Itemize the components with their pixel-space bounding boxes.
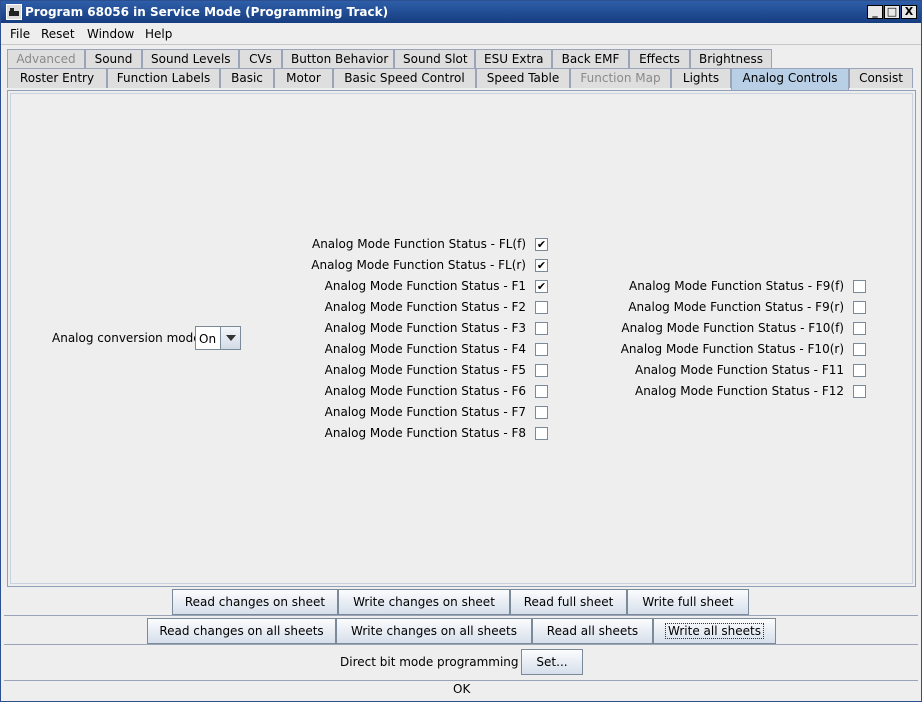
tab-button-behavior[interactable]: Button Behavior xyxy=(282,49,394,69)
write-full-sheet-button[interactable]: Write full sheet xyxy=(627,589,749,615)
analog-conversion-mode-value: On xyxy=(199,332,217,346)
function-status-f6-label: Analog Mode Function Status - F6 xyxy=(324,384,526,398)
minimize-button[interactable]: _ xyxy=(867,5,883,19)
set-button[interactable]: Set... xyxy=(521,649,583,675)
function-status-f2-label: Analog Mode Function Status - F2 xyxy=(324,300,526,314)
function-status-f4-checkbox[interactable] xyxy=(535,343,548,356)
divider xyxy=(4,644,918,645)
function-status-f10-r-checkbox[interactable] xyxy=(853,343,866,356)
tab-roster-entry[interactable]: Roster Entry xyxy=(7,68,107,88)
write-all-sheets-label: Write all sheets xyxy=(665,623,764,639)
function-status-f11-checkbox[interactable] xyxy=(853,364,866,377)
function-status-f9-f-label: Analog Mode Function Status - F9(f) xyxy=(629,279,844,293)
tab-sound[interactable]: Sound xyxy=(85,49,142,69)
programmer-window: Program 68056 in Service Mode (Programmi… xyxy=(0,0,922,702)
function-status-f9-f-checkbox[interactable] xyxy=(853,280,866,293)
tab-esu-extra[interactable]: ESU Extra xyxy=(475,49,552,69)
write-all-sheets-button[interactable]: Write all sheets xyxy=(653,618,776,644)
menu-file[interactable]: File xyxy=(10,27,30,41)
tab-advanced[interactable]: Advanced xyxy=(7,49,85,69)
function-status-f4-label: Analog Mode Function Status - F4 xyxy=(324,342,526,356)
tab-back-emf[interactable]: Back EMF xyxy=(552,49,629,69)
analog-conversion-mode-label: Analog conversion mode xyxy=(52,331,201,345)
tab-function-labels[interactable]: Function Labels xyxy=(107,68,220,88)
function-status-f6-checkbox[interactable] xyxy=(535,385,548,398)
tab-lights[interactable]: Lights xyxy=(671,68,731,88)
menu-bar: File Reset Window Help xyxy=(1,23,921,45)
tab-analog-controls[interactable]: Analog Controls xyxy=(731,68,849,90)
divider xyxy=(4,680,918,681)
function-status-f3-checkbox[interactable] xyxy=(535,322,548,335)
read-changes-on-all-sheets-button[interactable]: Read changes on all sheets xyxy=(147,618,336,644)
function-status-f10-r-label: Analog Mode Function Status - F10(r) xyxy=(620,342,844,356)
tab-sound-levels[interactable]: Sound Levels xyxy=(142,49,239,69)
menu-reset[interactable]: Reset xyxy=(41,27,75,41)
function-status-f8-label: Analog Mode Function Status - F8 xyxy=(324,426,526,440)
tab-function-map[interactable]: Function Map xyxy=(570,68,671,88)
title-bar[interactable]: Program 68056 in Service Mode (Programmi… xyxy=(1,1,921,23)
function-status-f12-checkbox[interactable] xyxy=(853,385,866,398)
function-status-f10-f-label: Analog Mode Function Status - F10(f) xyxy=(621,321,844,335)
tab-speed-table[interactable]: Speed Table xyxy=(476,68,570,88)
function-status-f5-checkbox[interactable] xyxy=(535,364,548,377)
function-status-f8-checkbox[interactable] xyxy=(535,427,548,440)
close-button[interactable]: X xyxy=(901,5,917,19)
function-status-f7-checkbox[interactable] xyxy=(535,406,548,419)
read-all-sheets-button[interactable]: Read all sheets xyxy=(532,618,653,644)
status-text: OK xyxy=(453,682,471,696)
direct-bit-mode-label: Direct bit mode programming xyxy=(340,655,519,669)
function-status-f2-checkbox[interactable] xyxy=(535,301,548,314)
function-status-f5-label: Analog Mode Function Status - F5 xyxy=(324,363,526,377)
function-status-fl-f-label: Analog Mode Function Status - FL(f) xyxy=(311,237,526,251)
function-status-f3-label: Analog Mode Function Status - F3 xyxy=(324,321,526,335)
function-status-fl-r-checkbox[interactable]: ✔ xyxy=(535,259,548,272)
function-status-f9-r-label: Analog Mode Function Status - F9(r) xyxy=(628,300,844,314)
tab-basic-speed-control[interactable]: Basic Speed Control xyxy=(333,68,476,88)
function-status-f11-label: Analog Mode Function Status - F11 xyxy=(634,363,844,377)
function-status-fl-r-label: Analog Mode Function Status - FL(r) xyxy=(311,258,526,272)
function-status-f1-label: Analog Mode Function Status - F1 xyxy=(324,279,526,293)
write-changes-on-all-sheets-button[interactable]: Write changes on all sheets xyxy=(336,618,532,644)
function-status-fl-f-checkbox[interactable]: ✔ xyxy=(535,238,548,251)
tab-cvs[interactable]: CVs xyxy=(239,49,282,69)
tab-sound-slot[interactable]: Sound Slot xyxy=(394,49,475,69)
locomotive-icon xyxy=(6,4,22,20)
function-status-f7-label: Analog Mode Function Status - F7 xyxy=(324,405,526,419)
chevron-down-icon[interactable] xyxy=(220,327,240,349)
divider xyxy=(4,615,918,616)
write-changes-on-sheet-button[interactable]: Write changes on sheet xyxy=(338,589,510,615)
function-status-f1-checkbox[interactable]: ✔ xyxy=(535,280,548,293)
window-title: Program 68056 in Service Mode (Programmi… xyxy=(25,5,389,19)
read-changes-on-sheet-button[interactable]: Read changes on sheet xyxy=(172,589,338,615)
tab-effects[interactable]: Effects xyxy=(629,49,690,69)
function-status-f10-f-checkbox[interactable] xyxy=(853,322,866,335)
read-full-sheet-button[interactable]: Read full sheet xyxy=(510,589,627,615)
analog-conversion-mode-select[interactable]: On xyxy=(195,326,241,350)
menu-help[interactable]: Help xyxy=(145,27,172,41)
menu-window[interactable]: Window xyxy=(87,27,134,41)
tab-motor[interactable]: Motor xyxy=(274,68,333,88)
tab-brightness[interactable]: Brightness xyxy=(690,49,772,69)
tab-consist[interactable]: Consist xyxy=(849,68,913,88)
tab-basic[interactable]: Basic xyxy=(220,68,274,88)
function-status-f12-label: Analog Mode Function Status - F12 xyxy=(634,384,844,398)
maximize-button[interactable]: □ xyxy=(884,5,900,19)
function-status-f9-r-checkbox[interactable] xyxy=(853,301,866,314)
